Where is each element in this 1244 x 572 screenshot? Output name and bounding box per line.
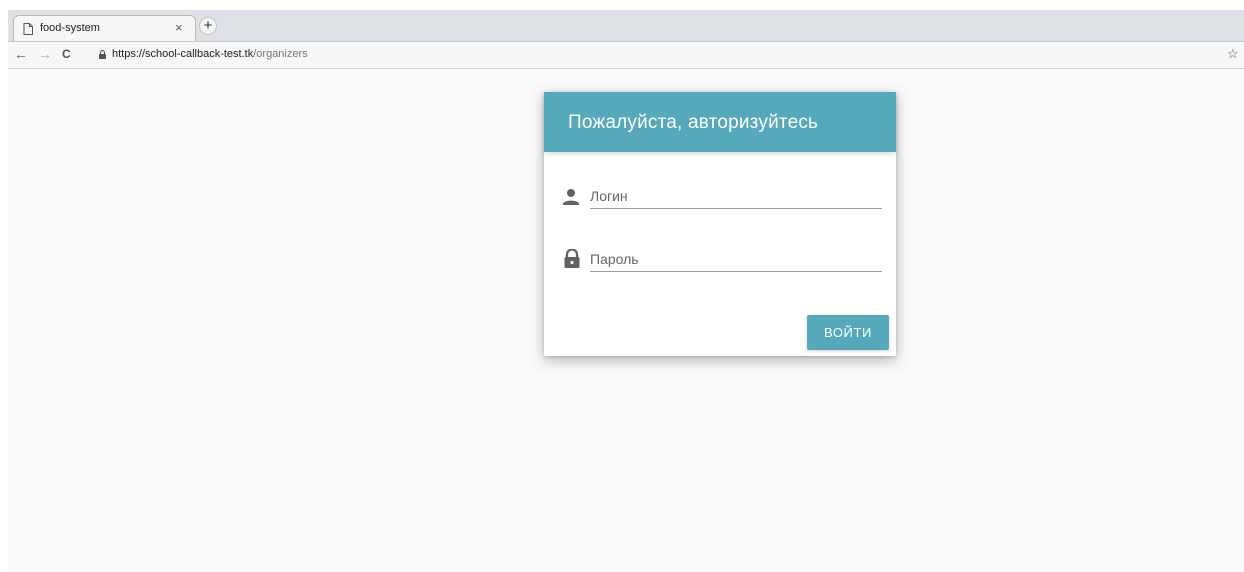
- person-icon: [563, 189, 579, 205]
- url-host: https://school-callback-test.tk: [112, 48, 254, 60]
- browser-toolbar: ← → C https://school-callback-test.tk/or…: [8, 42, 1244, 69]
- username-input[interactable]: [590, 184, 882, 209]
- forward-arrow-icon[interactable]: →: [38, 46, 52, 62]
- new-tab-button[interactable]: +: [199, 17, 217, 35]
- reload-icon[interactable]: C: [62, 47, 71, 61]
- secure-lock-icon: [99, 50, 106, 59]
- back-arrow-icon[interactable]: ←: [14, 46, 28, 62]
- login-card: Пожалуйста, авторизуйтесь ВОЙТИ: [544, 92, 896, 356]
- document-icon: [23, 23, 33, 35]
- address-bar[interactable]: https://school-callback-test.tk/organize…: [112, 48, 308, 60]
- url-path: /organizers: [253, 48, 308, 60]
- login-card-header: Пожалуйста, авторизуйтесь: [544, 92, 896, 152]
- tab-food-system[interactable]: food-system ×: [13, 15, 196, 41]
- tab-title: food-system: [40, 22, 100, 34]
- login-button[interactable]: ВОЙТИ: [807, 315, 889, 350]
- browser-window: food-system × + ← → C https://school-cal…: [8, 10, 1244, 572]
- bookmark-star-icon[interactable]: ☆: [1227, 46, 1239, 62]
- login-title: Пожалуйста, авторизуйтесь: [568, 112, 819, 133]
- lock-icon: [564, 249, 580, 268]
- tab-close-icon[interactable]: ×: [175, 20, 183, 35]
- password-input[interactable]: [590, 247, 882, 272]
- tab-strip: food-system × +: [8, 10, 1244, 42]
